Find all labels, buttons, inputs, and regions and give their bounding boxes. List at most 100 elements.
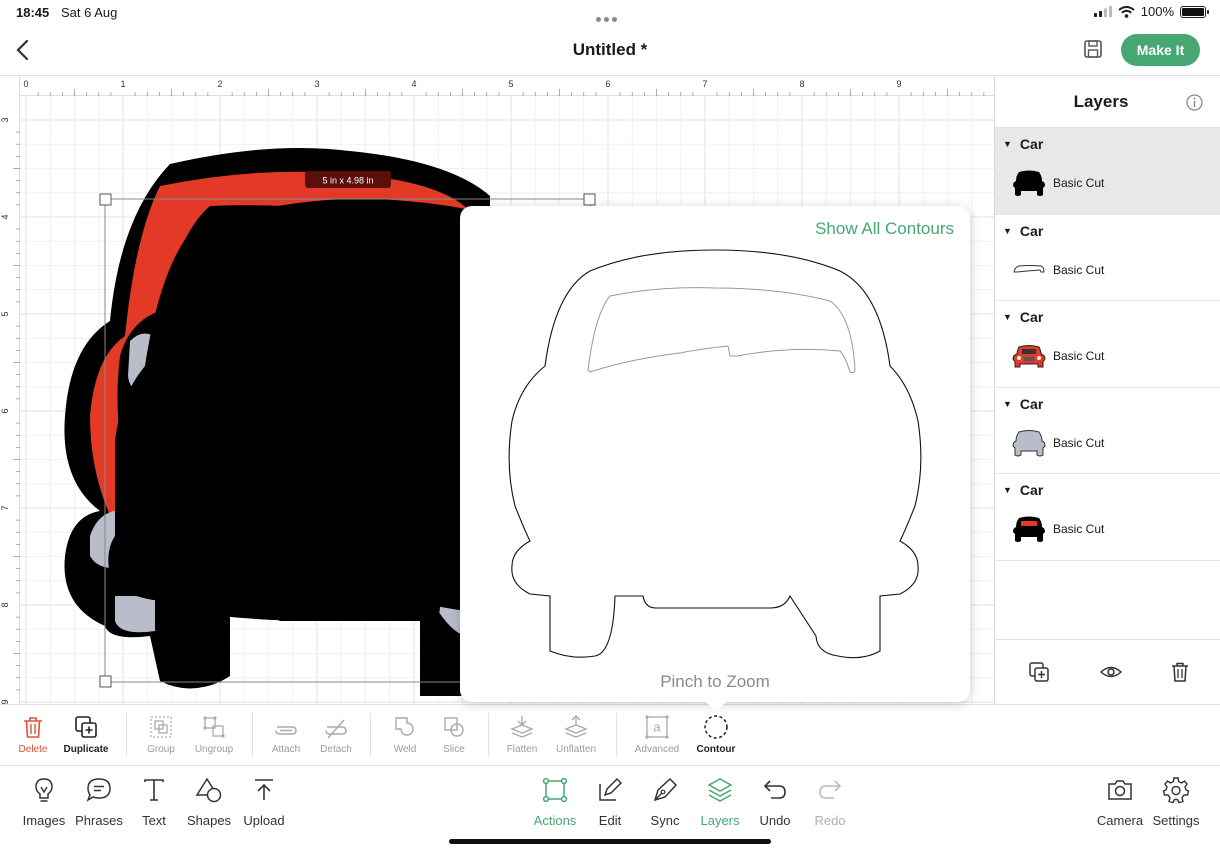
layer-group-4[interactable]: ▼ Car Basic Cut <box>995 388 1220 474</box>
unflatten-button[interactable]: Unflatten <box>546 714 606 755</box>
text-label: Text <box>142 813 166 828</box>
back-button[interactable] <box>10 36 34 64</box>
project-title: Untitled * <box>572 40 648 59</box>
shapes-icon <box>195 777 222 803</box>
selection-handle-top-right[interactable] <box>583 193 596 206</box>
detach-button[interactable]: Detach <box>306 714 366 755</box>
ungroup-button[interactable]: Ungroup <box>184 714 244 755</box>
ruler-top-label: 1 <box>120 79 125 89</box>
advanced-icon: a <box>645 715 669 739</box>
attach-label: Attach <box>271 744 301 755</box>
layer-item[interactable]: Basic Cut <box>1011 168 1104 198</box>
layer-name: Basic Cut <box>1053 262 1105 277</box>
caret-down-icon[interactable]: ▼ <box>1003 139 1012 149</box>
ungroup-label: Ungroup <box>194 744 234 755</box>
actions-icon <box>542 777 568 803</box>
caret-down-icon[interactable]: ▼ <box>1003 226 1012 236</box>
contour-button[interactable]: Contour <box>686 714 746 755</box>
toolbar-divider <box>616 713 617 757</box>
pinch-zoom-hint: Pinch to Zoom <box>660 672 770 691</box>
trash-icon[interactable] <box>1168 660 1192 684</box>
upload-icon <box>255 779 273 800</box>
ruler-left-label: 8 <box>0 602 10 607</box>
ruler-top-label: 9 <box>896 79 901 89</box>
settings-button[interactable]: Settings <box>1144 776 1208 828</box>
caret-down-icon[interactable]: ▼ <box>1003 399 1012 409</box>
layer-group-name: Car <box>1019 136 1044 152</box>
phrases-label: Phrases <box>75 813 123 828</box>
layer-group-name: Car <box>1019 482 1044 498</box>
layer-item[interactable]: Basic Cut <box>1011 514 1104 544</box>
layer-group-header[interactable]: ▼ Car <box>1003 136 1043 152</box>
camera-icon <box>1108 780 1132 800</box>
layer-group-header[interactable]: ▼ Car <box>1003 482 1043 498</box>
slice-button[interactable]: Slice <box>424 714 484 755</box>
pen-nib-icon <box>653 777 678 802</box>
layer-group-header[interactable]: ▼ Car <box>1003 396 1043 412</box>
layer-group-header[interactable]: ▼ Car <box>1003 223 1043 239</box>
multitasking-dots-icon[interactable] <box>596 10 622 22</box>
delete-button[interactable]: Delete <box>3 714 63 755</box>
contour-popover: Show All Contours Pinch to Zoom <box>460 206 970 712</box>
make-it-button[interactable]: Make It <box>1121 34 1200 66</box>
flatten-button[interactable]: Flatten <box>492 714 552 755</box>
contour-preview[interactable] <box>460 206 970 702</box>
layer-name: Basic Cut <box>1053 522 1105 536</box>
visibility-eye-icon[interactable] <box>1099 660 1123 684</box>
paperclip-icon <box>275 726 297 735</box>
home-indicator[interactable] <box>449 839 771 844</box>
battery-percent: 100% <box>1140 4 1174 19</box>
layer-group-name: Car <box>1019 309 1044 325</box>
group-button[interactable]: Group <box>131 714 191 755</box>
sync-label: Sync <box>650 813 680 828</box>
wifi-icon <box>1118 5 1135 18</box>
layers-footer <box>995 639 1220 704</box>
ruler-left-label: 3 <box>0 117 10 122</box>
layer-group-5[interactable]: ▼ Car Basic Cut <box>995 474 1220 561</box>
duplicate-label: Duplicate <box>63 744 109 755</box>
shapes-label: Shapes <box>186 813 232 828</box>
layer-group-header[interactable]: ▼ Car <box>1003 309 1043 325</box>
save-button[interactable] <box>1082 38 1104 60</box>
ruler-top-label: 1 <box>993 79 994 89</box>
duplicate-layer-icon[interactable] <box>1027 660 1051 684</box>
save-icon <box>1084 40 1102 58</box>
camera-button[interactable]: Camera <box>1088 776 1152 828</box>
duplicate-button[interactable]: Duplicate <box>56 714 116 755</box>
ruler-top-label: 0 <box>23 79 28 89</box>
ruler-top-label: 8 <box>799 79 804 89</box>
selection-handle-top-left[interactable] <box>99 193 112 206</box>
layer-group-1[interactable]: ▼ Car Basic Cut <box>995 128 1220 215</box>
layers-label: Layers <box>700 813 740 828</box>
advanced-button[interactable]: a Advanced <box>627 714 687 755</box>
layer-item[interactable]: Basic Cut <box>1011 255 1104 285</box>
car-black-thumbnail-icon <box>1013 516 1045 542</box>
show-all-contours-button[interactable]: Show All Contours <box>815 219 954 239</box>
detach-icon <box>325 719 347 739</box>
contour-outline[interactable] <box>508 249 922 659</box>
ruler-top-ticks: 0 1 2 3 4 5 6 7 8 9 1 <box>23 79 994 96</box>
layer-item[interactable]: Basic Cut <box>1011 428 1104 458</box>
layer-name: Basic Cut <box>1053 176 1105 190</box>
layers-stack-icon <box>707 778 733 802</box>
caret-down-icon[interactable]: ▼ <box>1003 485 1012 495</box>
flatten-icon <box>510 716 534 738</box>
caret-down-icon[interactable]: ▼ <box>1003 312 1012 322</box>
weld-label: Weld <box>393 744 417 755</box>
redo-button[interactable]: Redo <box>798 776 862 828</box>
selection-handle-bottom-left[interactable] <box>99 675 112 688</box>
layer-group-name: Car <box>1019 222 1044 239</box>
layer-group-3[interactable]: ▼ Car Basic Cut <box>995 301 1220 388</box>
layer-item[interactable]: Basic Cut <box>1011 341 1104 371</box>
unflatten-label: Unflatten <box>555 744 597 755</box>
ruler-top-label: 3 <box>314 79 319 89</box>
slice-label: Slice <box>443 744 465 755</box>
undo-icon <box>763 780 786 799</box>
upload-button[interactable]: Upload <box>232 776 296 828</box>
ruler-left-label: 6 <box>0 408 10 413</box>
design-space-app: 18:45 Sat 6 Aug 100% Untitled * Make It … <box>0 0 1220 853</box>
layer-group-2[interactable]: ▼ Car Basic Cut <box>995 215 1220 301</box>
ruler-vertical: 3 4 5 6 7 8 9 <box>0 76 20 704</box>
info-icon[interactable] <box>1186 94 1203 111</box>
size-badge: 5 in x 4.98 in <box>322 176 373 186</box>
